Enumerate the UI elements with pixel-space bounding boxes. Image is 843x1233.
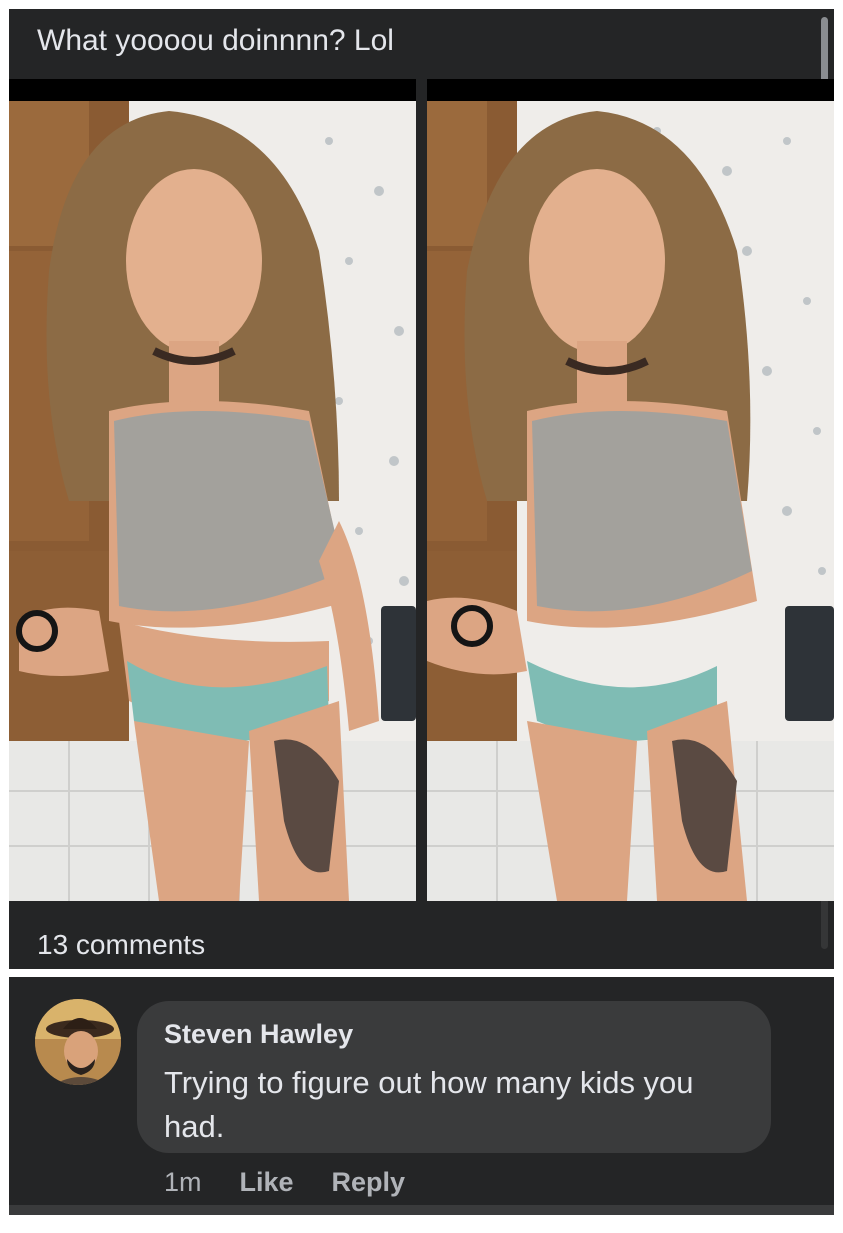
- comments-count[interactable]: 13 comments: [37, 929, 205, 961]
- section-gap: [9, 969, 834, 977]
- panel-bottom-edge: [9, 1205, 834, 1215]
- avatar[interactable]: [35, 999, 121, 1085]
- comment-text: Trying to figure out how many kids you h…: [164, 1065, 694, 1144]
- comment-bubble: Steven Hawley Trying to figure out how m…: [137, 1001, 771, 1153]
- screenshot-frame: What yoooou doinnnn? Lol 13 comments Ste…: [9, 9, 834, 1223]
- reply-button[interactable]: Reply: [332, 1167, 406, 1198]
- comment-author[interactable]: Steven Hawley: [164, 1019, 353, 1050]
- photo-divider: [416, 79, 427, 901]
- post-text: What yoooou doinnnn? Lol: [37, 24, 394, 57]
- avatar-image: [35, 999, 121, 1085]
- post-card: What yoooou doinnnn? Lol 13 comments: [9, 9, 834, 969]
- photo-left-image: [9, 101, 416, 901]
- comment-time[interactable]: 1m: [164, 1167, 202, 1198]
- post-photo-left[interactable]: [9, 101, 416, 901]
- comment-section: Steven Hawley Trying to figure out how m…: [9, 977, 834, 1215]
- post-photo-right[interactable]: [427, 101, 834, 901]
- comment-actions: 1m Like Reply: [164, 1167, 405, 1198]
- like-button[interactable]: Like: [240, 1167, 294, 1198]
- photo-right-image: [427, 101, 834, 901]
